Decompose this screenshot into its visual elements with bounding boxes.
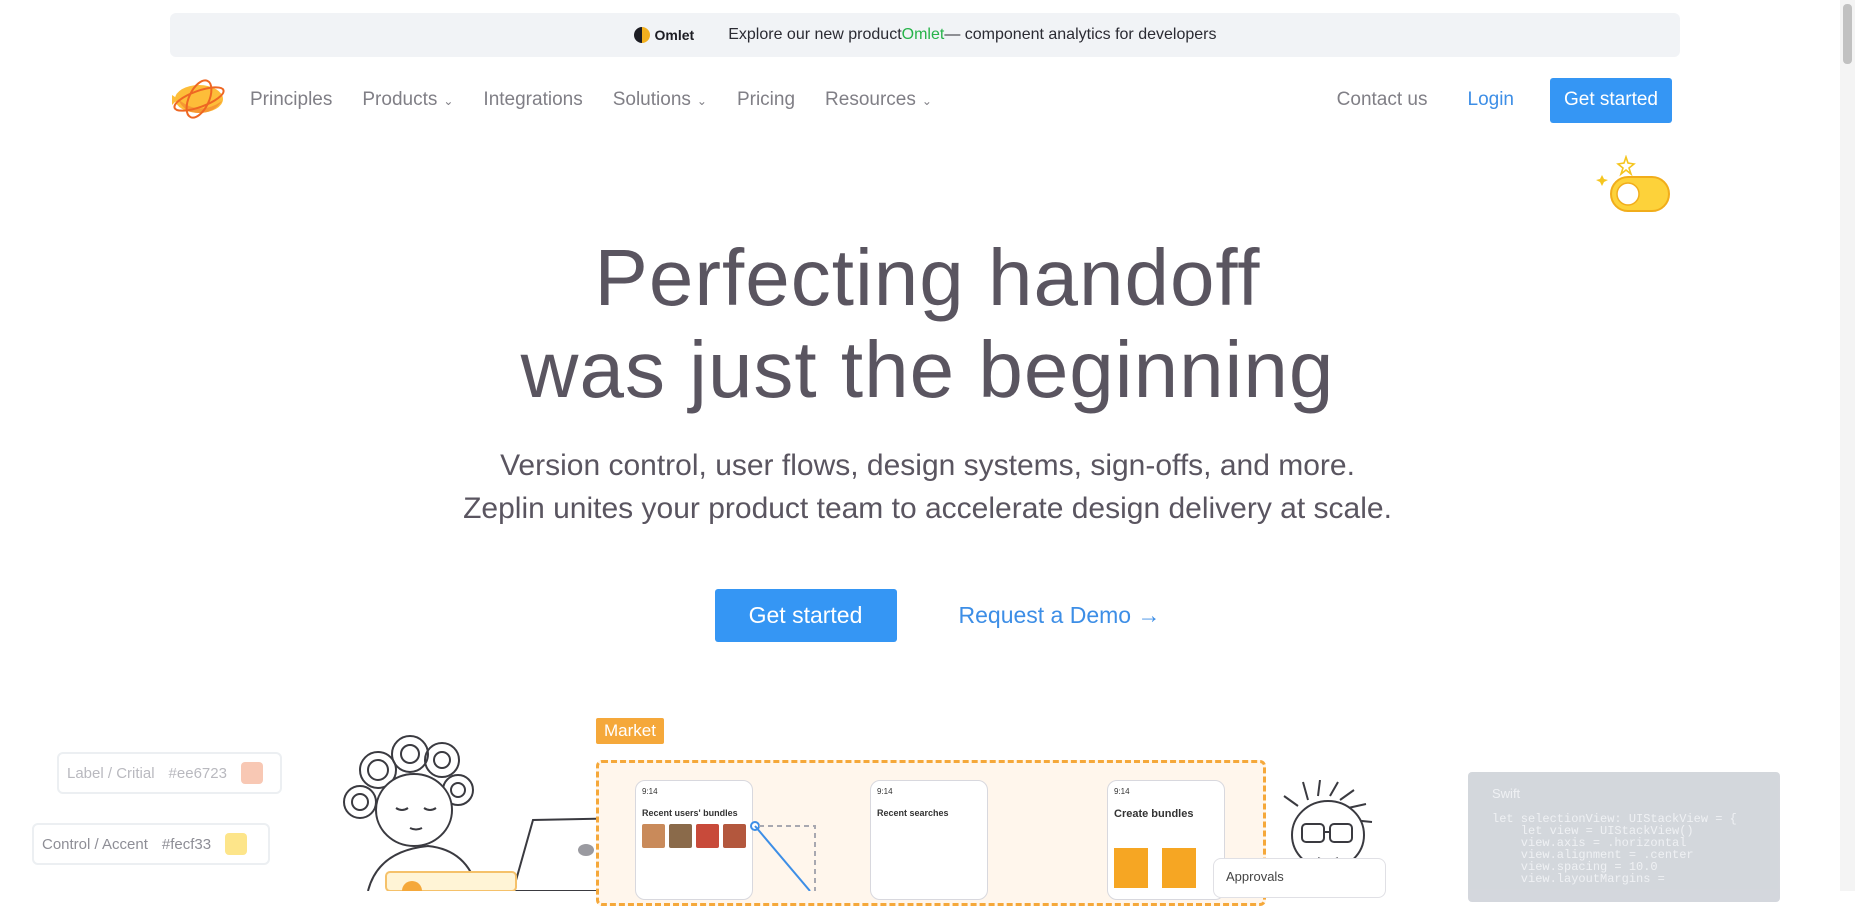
approvals-label: Approvals [1226,869,1284,884]
nav-right-group: Contact us Login Get started [1337,77,1680,123]
screen-title: Recent searches [877,808,949,818]
bundle-tiles [1114,848,1218,888]
zeplin-logo[interactable] [170,77,228,123]
nav-principles-label: Principles [250,89,333,110]
hero-subtitle-line-2: Zeplin unites your product team to accel… [463,492,1392,525]
screen-recent-searches: 9:14 Recent searches [870,780,988,900]
hero-title: Perfecting handoff was just the beginnin… [0,232,1855,416]
approvals-card: Approvals [1213,858,1386,898]
screen-time: 9:14 [877,787,893,796]
swift-title: Swift [1492,786,1521,801]
hero-subtitle: Version control, user flows, design syst… [0,444,1855,530]
curly-hair-character-illustration [343,735,635,891]
nav-pricing[interactable]: Pricing [737,89,795,111]
nav-pricing-label: Pricing [736,89,796,110]
token-hex: #fecf33 [161,835,212,853]
page-scrollbar[interactable] [1840,0,1855,891]
screen-title: Create bundles [1114,808,1194,820]
banner-text-after: — component analytics for developers [944,26,1217,43]
color-token-critical: Label / Critial #ee6723 [57,752,282,794]
flow-connector [750,821,816,891]
nav-resources[interactable]: Resources ⌄ [825,89,932,111]
chevron-down-icon: ⌄ [921,94,932,108]
nav-integrations-label: Integrations [483,89,583,110]
announcement-banner[interactable]: Omlet Explore our new product Omlet — co… [170,13,1680,57]
code-line: view.layoutMargins = [1492,872,1665,886]
chevron-down-icon: ⌄ [443,94,454,108]
hero-subtitle-line-1: Version control, user flows, design syst… [500,449,1355,482]
hero-cta-row: Get started Request a Demo → [0,589,1855,642]
omlet-icon [633,27,650,43]
nav-integrations[interactable]: Integrations [483,89,582,111]
nav-solutions-label: Solutions [612,89,691,110]
omlet-logo: Omlet [633,27,695,43]
hero-title-line-1: Perfecting handoff [594,233,1261,322]
omlet-brand-text: Omlet [654,27,695,43]
nav-principles[interactable]: Principles [250,89,332,111]
contact-us-link[interactable]: Contact us [1337,89,1428,111]
screen-create-bundles: 9:14 Create bundles [1107,780,1225,900]
nav-products-label: Products [362,89,438,110]
get-started-nav-button[interactable]: Get started [1550,77,1672,123]
nav-resources-label: Resources [825,89,916,110]
token-hex: #ee6723 [168,764,227,782]
login-link[interactable]: Login [1468,89,1515,111]
banner-text-before: Explore our new product [728,26,902,43]
screen-recent-users-bundles: 9:14 Recent users' bundles [635,780,753,900]
token-name: Control / Accent [42,835,148,853]
nav-products[interactable]: Products ⌄ [362,89,453,111]
banner-highlight-link[interactable]: Omlet [902,26,945,44]
bundle-thumbnails [642,824,746,848]
get-started-button[interactable]: Get started [714,589,897,642]
screen-time: 9:14 [1114,787,1130,796]
nav-solutions[interactable]: Solutions ⌄ [613,89,707,111]
swift-code-snippet: Swift let selectionView: UIStackView = {… [1468,772,1780,902]
toggle-sparkle-illustration [1596,155,1670,212]
token-swatch [225,833,248,855]
scrollbar-thumb[interactable] [1843,4,1852,64]
zeplin-blimp-icon [172,79,225,119]
token-name: Label / Critial [67,764,155,782]
color-token-accent: Control / Accent #fecf33 [32,823,270,865]
main-navigation: Principles Products ⌄ Integrations Soluti… [170,77,1680,123]
screen-title: Recent users' bundles [642,808,738,818]
request-demo-link[interactable]: Request a Demo → [959,602,1161,629]
token-swatch [240,762,263,784]
hero-title-line-2: was just the beginning [520,325,1335,414]
screen-time: 9:14 [642,787,658,796]
chevron-down-icon: ⌄ [696,94,707,108]
market-label: Market [596,718,664,744]
